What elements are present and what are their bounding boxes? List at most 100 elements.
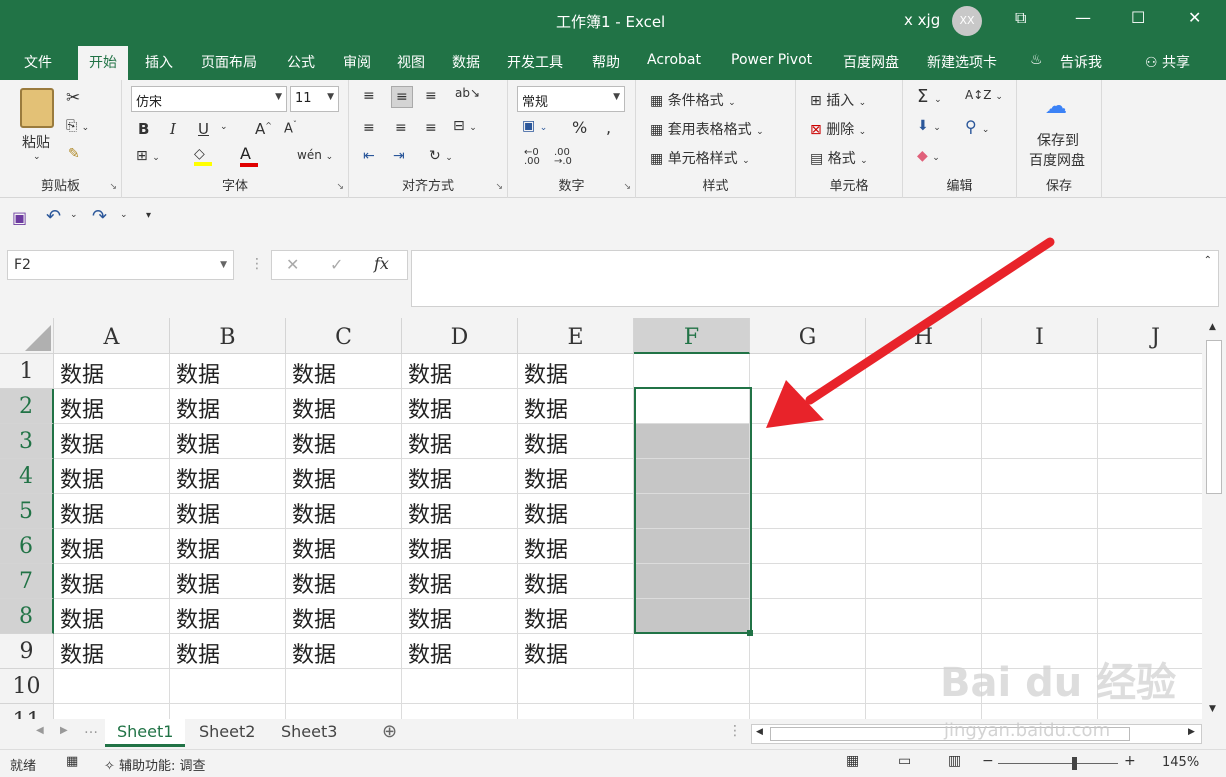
clipboard-launcher-icon[interactable]: ↘ <box>109 182 117 192</box>
row-header-1[interactable]: 1 <box>0 354 54 389</box>
cell-j2[interactable] <box>1098 389 1214 424</box>
tab-help[interactable]: 帮助 <box>592 52 620 72</box>
row-header-9[interactable]: 9 <box>0 634 54 669</box>
cell-g10[interactable] <box>750 669 866 704</box>
cell-g5[interactable] <box>750 494 866 529</box>
font-size-select[interactable]: 11 ▼ <box>290 86 339 112</box>
tab-review[interactable]: 审阅 <box>343 52 371 72</box>
column-header-d[interactable]: D <box>402 318 518 354</box>
name-box[interactable]: F2 ▼ <box>7 250 234 280</box>
scroll-left-icon[interactable]: ◀ <box>756 727 763 737</box>
cell-e11[interactable] <box>518 704 634 719</box>
next-sheet-icon[interactable]: ▶ <box>60 725 68 736</box>
bold-button[interactable]: B <box>138 120 149 138</box>
tab-home[interactable]: 开始 <box>78 46 128 80</box>
autosum-icon[interactable]: Σ ⌄ <box>917 86 942 107</box>
cell-h4[interactable] <box>866 459 982 494</box>
fill-color-icon[interactable]: ◇ <box>194 146 212 166</box>
cell-a8[interactable]: 数据 <box>54 599 170 634</box>
minimize-icon[interactable]: — <box>1075 8 1091 27</box>
cell-e9[interactable]: 数据 <box>518 634 634 669</box>
cell-a10[interactable] <box>54 669 170 704</box>
enter-icon[interactable]: ✓ <box>330 255 343 274</box>
user-name[interactable]: x xjg <box>904 11 940 29</box>
border-icon[interactable]: ⊞ ⌄ <box>136 148 160 164</box>
cell-f7[interactable] <box>634 564 750 599</box>
cell-e2[interactable]: 数据 <box>518 389 634 424</box>
decrease-font-icon[interactable]: Aˇ <box>284 120 297 136</box>
cell-i3[interactable] <box>982 424 1098 459</box>
cell-j6[interactable] <box>1098 529 1214 564</box>
normal-view-icon[interactable]: ▦ <box>846 753 859 769</box>
tab-formulas[interactable]: 公式 <box>287 52 315 72</box>
find-select-icon[interactable]: ⚲ ⌄ <box>965 117 989 136</box>
decrease-decimal-icon[interactable]: .00 →.0 <box>554 148 572 167</box>
column-header-j[interactable]: J <box>1098 318 1214 354</box>
cell-c4[interactable]: 数据 <box>286 459 402 494</box>
align-bottom-icon[interactable]: ≡ <box>425 88 437 104</box>
font-color-icon[interactable]: A <box>240 144 258 167</box>
cell-i2[interactable] <box>982 389 1098 424</box>
sheet-tab-2[interactable]: Sheet2 <box>187 719 267 747</box>
scroll-right-icon[interactable]: ▶ <box>1188 727 1195 737</box>
cell-i8[interactable] <box>982 599 1098 634</box>
cell-d5[interactable]: 数据 <box>402 494 518 529</box>
cell-e8[interactable]: 数据 <box>518 599 634 634</box>
cell-a3[interactable]: 数据 <box>54 424 170 459</box>
number-format-select[interactable]: 常规 ▼ <box>517 86 625 112</box>
copy-icon[interactable]: ⎘ ⌄ <box>66 118 89 134</box>
row-header-10[interactable]: 10 <box>0 669 54 704</box>
cell-b8[interactable]: 数据 <box>170 599 286 634</box>
tab-acrobat[interactable]: Acrobat <box>647 52 701 68</box>
cell-f8[interactable] <box>634 599 750 634</box>
increase-font-icon[interactable]: A^ <box>255 120 272 138</box>
cell-f2[interactable] <box>634 389 750 424</box>
cell-c11[interactable] <box>286 704 402 719</box>
cell-g2[interactable] <box>750 389 866 424</box>
conditional-format-button[interactable]: ▦ 条件格式 ⌄ <box>650 90 736 110</box>
tab-insert[interactable]: 插入 <box>145 52 173 72</box>
tab-view[interactable]: 视图 <box>397 52 425 72</box>
cell-i1[interactable] <box>982 354 1098 389</box>
align-right-icon[interactable]: ≡ <box>425 120 437 136</box>
tab-page-layout[interactable]: 页面布局 <box>201 52 257 72</box>
cell-c5[interactable]: 数据 <box>286 494 402 529</box>
italic-button[interactable]: I <box>170 120 176 138</box>
cell-i6[interactable] <box>982 529 1098 564</box>
delete-cells-button[interactable]: ⊠ 删除 ⌄ <box>810 119 866 139</box>
maximize-icon[interactable]: ☐ <box>1131 8 1145 27</box>
cell-d2[interactable]: 数据 <box>402 389 518 424</box>
column-header-b[interactable]: B <box>170 318 286 354</box>
tell-me[interactable]: 告诉我 <box>1060 52 1102 72</box>
cell-g4[interactable] <box>750 459 866 494</box>
alignment-launcher-icon[interactable]: ↘ <box>495 182 503 192</box>
fill-icon[interactable]: ⬇ ⌄ <box>917 118 941 134</box>
cell-d8[interactable]: 数据 <box>402 599 518 634</box>
decrease-indent-icon[interactable]: ⇤ <box>363 148 375 164</box>
avatar[interactable]: XX <box>952 6 982 36</box>
cell-b4[interactable]: 数据 <box>170 459 286 494</box>
cell-h5[interactable] <box>866 494 982 529</box>
sheet-tab-3[interactable]: Sheet3 <box>269 719 349 747</box>
cell-i4[interactable] <box>982 459 1098 494</box>
column-header-e[interactable]: E <box>518 318 634 354</box>
cell-f4[interactable] <box>634 459 750 494</box>
cell-b7[interactable]: 数据 <box>170 564 286 599</box>
cell-g11[interactable] <box>750 704 866 719</box>
column-header-i[interactable]: I <box>982 318 1098 354</box>
scroll-thumb[interactable] <box>1206 340 1222 494</box>
currency-icon[interactable]: ▣ ⌄ <box>522 118 547 134</box>
cell-f9[interactable] <box>634 634 750 669</box>
cell-e4[interactable]: 数据 <box>518 459 634 494</box>
cell-j1[interactable] <box>1098 354 1214 389</box>
paste-icon[interactable] <box>20 88 54 128</box>
phonetic-icon[interactable]: wén ⌄ <box>297 148 333 162</box>
cell-d10[interactable] <box>402 669 518 704</box>
scroll-up-icon[interactable]: ▲ <box>1209 322 1216 332</box>
tab-developer[interactable]: 开发工具 <box>507 52 563 72</box>
orientation-icon[interactable]: ab↘ <box>455 86 480 100</box>
cell-b9[interactable]: 数据 <box>170 634 286 669</box>
page-break-view-icon[interactable]: ▥ <box>948 753 961 769</box>
cell-h3[interactable] <box>866 424 982 459</box>
cell-b6[interactable]: 数据 <box>170 529 286 564</box>
